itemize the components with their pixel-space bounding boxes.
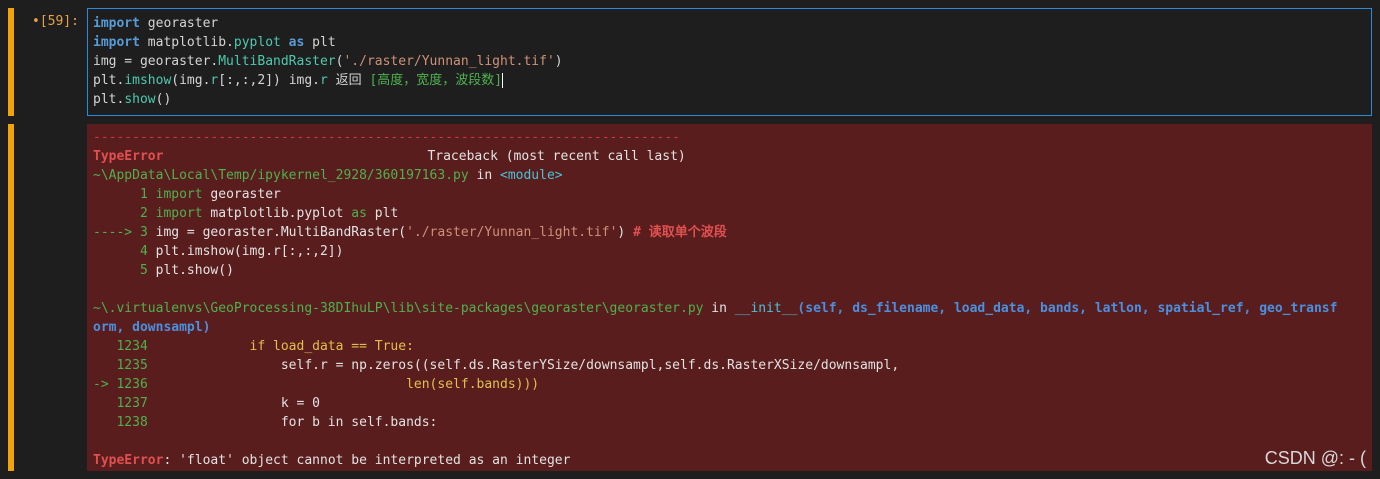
code-token: k = 0 bbox=[155, 396, 320, 411]
cell-active-indicator bbox=[8, 8, 14, 116]
frame-in-text: in bbox=[468, 168, 500, 183]
code-token: img = georaster. bbox=[93, 54, 219, 69]
code-line: plt.imshow(img.r[:,:,2]) img.r 返回 [高度，宽度… bbox=[93, 71, 1371, 90]
code-token: import bbox=[155, 206, 203, 221]
code-token: plt. bbox=[93, 92, 125, 107]
line-number: 1238 bbox=[93, 415, 156, 430]
code-token: plt bbox=[304, 35, 336, 50]
frame-line: 1235 self.r = np.zeros((self.ds.RasterYS… bbox=[93, 356, 1372, 375]
code-token: as bbox=[343, 206, 367, 221]
final-error: TypeError: 'float' object cannot be inte… bbox=[93, 451, 1372, 470]
watermark: CSDN @: - ( bbox=[1264, 448, 1366, 468]
frame-header: ~\.virtualenvs\GeoProcessing-38DIhuLP\li… bbox=[93, 299, 1372, 318]
frame-line: 1 import georaster bbox=[93, 185, 1372, 204]
frame-line: 1238 for b in self.bands: bbox=[93, 413, 1372, 432]
code-token: matplotlib.pyplot bbox=[202, 206, 344, 221]
code-token: georaster bbox=[202, 187, 281, 202]
frame-line: 5 plt.show() bbox=[93, 261, 1372, 280]
line-number: 5 bbox=[93, 263, 156, 278]
code-token: [高度，宽度，波段数] bbox=[369, 73, 503, 88]
error-name: TypeError bbox=[93, 453, 164, 468]
traceback-header: TypeError Traceback (most recent call las… bbox=[93, 147, 1372, 166]
line-number: 1235 bbox=[93, 358, 156, 373]
traceback-separator: ----------------------------------------… bbox=[93, 130, 680, 145]
code-token: for b in self.bands: bbox=[155, 415, 438, 430]
code-comment: # 读取单个波段 bbox=[633, 225, 727, 240]
frame-header: ~\AppData\Local\Temp/ipykernel_2928/3601… bbox=[93, 166, 1372, 185]
line-number: 1237 bbox=[93, 396, 156, 411]
frame-path[interactable]: ~\AppData\Local\Temp/ipykernel_2928/3601… bbox=[93, 168, 469, 183]
traceback-label: Traceback (most recent call last) bbox=[427, 149, 686, 164]
line-number: -> 1236 bbox=[93, 377, 156, 392]
line-number: 4 bbox=[93, 244, 156, 259]
code-token: './raster/Yunnan_light.tif' bbox=[406, 225, 618, 240]
code-token: import bbox=[155, 187, 203, 202]
code-cell-editor[interactable]: import georaster import matplotlib.pyplo… bbox=[87, 8, 1372, 116]
code-token: ) bbox=[554, 54, 563, 69]
frame-line: 1234 if load_data == True: bbox=[93, 337, 1372, 356]
error-name: TypeError bbox=[93, 149, 164, 164]
code-token: show bbox=[124, 92, 156, 107]
line-number: 1234 bbox=[93, 339, 156, 354]
code-token: './raster/Yunnan_light.tif' bbox=[343, 54, 555, 69]
cell-execution-count: •[59]: bbox=[32, 14, 79, 29]
code-token: MultiBandRaster bbox=[218, 54, 336, 69]
code-token: (img. bbox=[171, 73, 211, 88]
code-token: self.r = np.zeros((self.ds.RasterYSize/d… bbox=[155, 358, 900, 373]
code-token: ) bbox=[617, 225, 634, 240]
code-token: len(self.bands))) bbox=[155, 377, 540, 392]
frame-args: (self, ds_filename, load_data, bands, la… bbox=[797, 301, 1338, 316]
line-number: 1 bbox=[93, 187, 156, 202]
code-token: r bbox=[320, 73, 328, 88]
code-token: img = georaster.MultiBandRaster( bbox=[155, 225, 407, 240]
line-number: 2 bbox=[93, 206, 156, 221]
code-token: import bbox=[93, 16, 140, 31]
text-cursor bbox=[502, 73, 504, 88]
code-line: import matplotlib.pyplot as plt bbox=[93, 33, 1371, 52]
code-token: plt bbox=[366, 206, 399, 221]
code-token: as bbox=[280, 35, 305, 50]
code-token: matplotlib. bbox=[139, 35, 234, 50]
code-token: plt.imshow(img.r[:,:,2]) bbox=[155, 244, 344, 259]
code-token: 返回 bbox=[327, 73, 370, 88]
frame-line-current: ----> 3 img = georaster.MultiBandRaster(… bbox=[93, 223, 1372, 242]
code-token: plt. bbox=[93, 73, 125, 88]
code-line: import georaster bbox=[93, 14, 1371, 33]
output-active-indicator bbox=[8, 124, 14, 471]
frame-in-text: in bbox=[703, 301, 735, 316]
code-token: pyplot bbox=[233, 35, 281, 50]
frame-line: 1237 k = 0 bbox=[93, 394, 1372, 413]
code-token: () bbox=[155, 92, 172, 107]
frame-function: __init__ bbox=[734, 301, 798, 316]
line-number: ----> 3 bbox=[93, 225, 156, 240]
code-token: georaster bbox=[139, 16, 219, 31]
frame-line: 4 plt.imshow(img.r[:,:,2]) bbox=[93, 242, 1372, 261]
error-message: : 'float' object cannot be interpreted a… bbox=[163, 453, 571, 468]
frame-line-current: -> 1236 len(self.bands))) bbox=[93, 375, 1372, 394]
cell-output-error: ----------------------------------------… bbox=[87, 124, 1372, 471]
code-token: import bbox=[93, 35, 140, 50]
code-token: [:,:,2]) img. bbox=[218, 73, 320, 88]
code-token: imshow bbox=[124, 73, 172, 88]
code-line: plt.show() bbox=[93, 90, 1371, 109]
code-line: img = georaster.MultiBandRaster('./raste… bbox=[93, 52, 1371, 71]
frame-module: <module> bbox=[500, 168, 563, 183]
code-token: plt.show() bbox=[155, 263, 234, 278]
frame-line: 2 import matplotlib.pyplot as plt bbox=[93, 204, 1372, 223]
code-token: if load_data == True: bbox=[155, 339, 414, 354]
frame-args-wrap: orm, downsampl) bbox=[93, 320, 211, 335]
frame-path[interactable]: ~\.virtualenvs\GeoProcessing-38DIhuLP\li… bbox=[93, 301, 703, 316]
